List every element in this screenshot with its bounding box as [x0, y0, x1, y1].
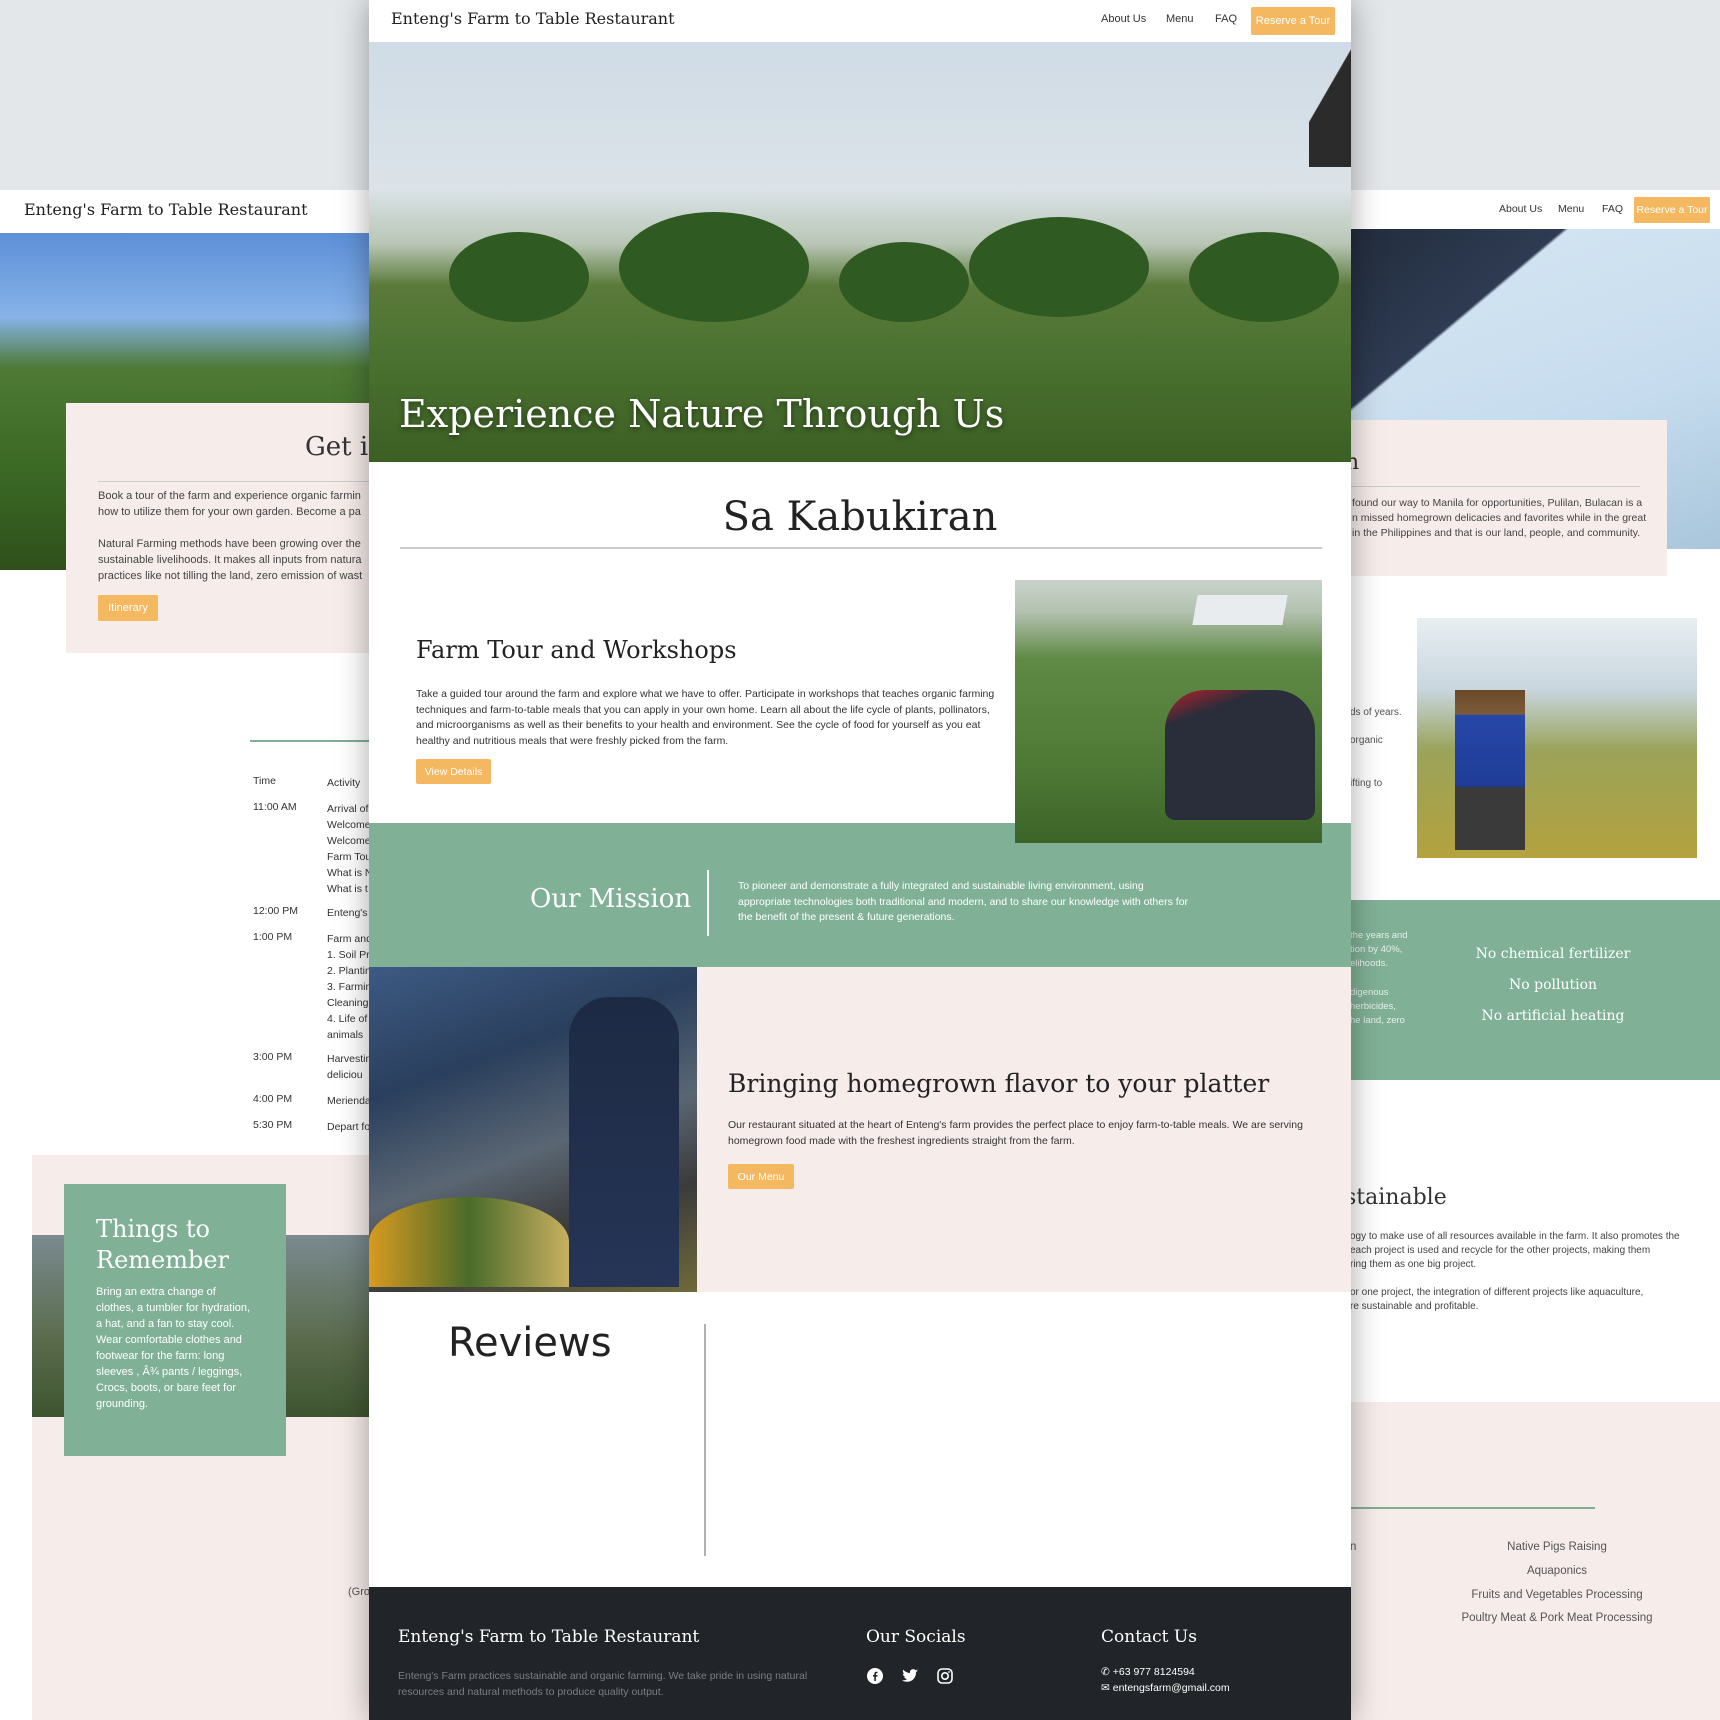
schedule-header-time: Time	[253, 775, 276, 787]
farmer-figure	[1455, 690, 1525, 850]
itinerary-button[interactable]: Itinerary	[98, 595, 158, 621]
footer-brand: Enteng's Farm to Table Restaurant	[398, 1627, 700, 1647]
sustainable-title: stainable	[1345, 1185, 1447, 1210]
divider	[707, 870, 709, 936]
instagram-icon[interactable]	[936, 1667, 954, 1685]
site-brand[interactable]: Enteng's Farm to Table Restaurant	[391, 9, 675, 28]
tree-shape	[839, 242, 969, 322]
restaurant-title: Bringing homegrown flavor to your platte…	[728, 1069, 1270, 1098]
sustainable-text: ring them as one big project.	[1350, 1259, 1477, 1270]
left-brand[interactable]: Enteng's Farm to Table Restaurant	[24, 200, 308, 219]
nav-menu[interactable]: Menu	[1558, 203, 1584, 215]
green-list-item: No artificial heating	[1481, 1008, 1625, 1024]
schedule-time: 3:00 PM	[253, 1051, 293, 1063]
nav-menu[interactable]: Menu	[1166, 13, 1194, 25]
nav-about[interactable]: About Us	[1499, 203, 1542, 215]
phone-icon: ✆	[1101, 1666, 1110, 1678]
schedule-time: 5:30 PM	[253, 1119, 293, 1131]
green-list-item: No chemical fertilizer	[1475, 946, 1631, 962]
our-menu-button[interactable]: Our Menu	[728, 1164, 794, 1189]
sustainable-text: ogy to make use of all resources availab…	[1350, 1231, 1680, 1242]
divider	[704, 1324, 706, 1556]
socials-title: Our Socials	[866, 1627, 966, 1647]
footer-email[interactable]: ✉ entengsfarm@gmail.com	[1101, 1682, 1230, 1694]
roof-edge	[1309, 42, 1351, 167]
green-small-text: the years and	[1350, 930, 1408, 941]
twitter-icon[interactable]	[901, 1667, 919, 1685]
tree-shape	[449, 232, 589, 322]
envelope-icon: ✉	[1101, 1682, 1110, 1694]
tree-shape	[1189, 232, 1339, 322]
sustainable-text: re sustainable and profitable.	[1350, 1301, 1479, 1312]
right-card-text: found our way to Manila for opportunitie…	[1352, 497, 1643, 509]
hero-title: Experience Nature Through Us	[399, 392, 1005, 436]
nav-about[interactable]: About Us	[1101, 13, 1146, 25]
roof-shape	[1345, 229, 1605, 419]
schedule-time: 12:00 PM	[253, 905, 298, 917]
reserve-tour-button[interactable]: Reserve a Tour	[1634, 197, 1710, 223]
green-small-text: he land, zero	[1350, 1015, 1405, 1026]
right-side-text: ifting to	[1350, 778, 1383, 789]
farm-tour-text: Take a guided tour around the farm and e…	[416, 688, 995, 747]
nav-faq[interactable]: FAQ	[1602, 203, 1623, 215]
farm-tour-title: Farm Tour and Workshops	[416, 636, 737, 664]
grey-backdrop	[0, 0, 420, 190]
schedule-time: 1:00 PM	[253, 931, 293, 943]
reviews-title: Reviews	[448, 1320, 612, 1366]
tree-shape	[619, 212, 809, 322]
farm-tour-photo	[1015, 580, 1322, 843]
project-item: Poultry Meat & Pork Meat Processing	[1461, 1612, 1653, 1624]
reserve-tour-button[interactable]: Reserve a Tour	[1251, 7, 1335, 35]
green-small-text: digenous	[1350, 987, 1389, 998]
view-details-button[interactable]: View Details	[416, 759, 491, 784]
things-to-remember-card: Things to Remember Bring an extra change…	[64, 1184, 286, 1456]
green-small-text: tion by 40%,	[1350, 944, 1403, 955]
divider	[1350, 1507, 1595, 1509]
right-side-text: organic	[1350, 735, 1383, 746]
project-item: Native Pigs Raising	[1507, 1541, 1607, 1553]
mission-text: To pioneer and demonstrate a fully integ…	[738, 880, 1189, 923]
right-card-text: in the Philippines and that is our land,…	[1352, 527, 1641, 539]
right-side-text: ds of years.	[1350, 707, 1402, 718]
schedule-time: 4:00 PM	[253, 1093, 293, 1105]
mission-title: Our Mission	[530, 884, 692, 914]
left-stub-text: (Gro	[348, 1586, 370, 1598]
green-small-text: herbicides,	[1350, 1001, 1396, 1012]
person-shape	[1165, 690, 1315, 820]
tree-shape	[969, 217, 1149, 317]
nav-faq[interactable]: FAQ	[1215, 13, 1237, 25]
sustainable-text: or one project, the integration of diffe…	[1350, 1287, 1644, 1298]
main-page: Enteng's Farm to Table Restaurant About …	[369, 0, 1351, 1720]
section-title: Sa Kabukiran	[722, 494, 998, 540]
contact-title: Contact Us	[1101, 1627, 1197, 1647]
green-list-item: No pollution	[1508, 977, 1598, 993]
right-card-text: n missed homegrown delicacies and favori…	[1352, 512, 1647, 524]
divider	[400, 547, 1322, 549]
remember-title: Things to Remember	[96, 1215, 230, 1274]
right-pink-section	[1345, 1402, 1720, 1720]
cook-shape	[569, 997, 679, 1287]
divider	[1345, 486, 1640, 487]
food-shape	[369, 1197, 569, 1287]
tent-shape	[1192, 595, 1288, 625]
schedule-time: 11:00 AM	[253, 801, 297, 813]
green-small-text: elihoods.	[1350, 958, 1389, 969]
email-address: entengsfarm@gmail.com	[1112, 1682, 1230, 1694]
sustainable-text: each project is used and recycle for the…	[1350, 1245, 1651, 1256]
cooking-photo	[369, 967, 697, 1292]
project-item: Fruits and Vegetables Processing	[1471, 1589, 1643, 1601]
project-item: Aquaponics	[1526, 1565, 1588, 1577]
background-page-left: Enteng's Farm to Table Restaurant Get in…	[0, 0, 420, 1720]
restaurant-text: Our restaurant situated at the heart of …	[728, 1119, 1303, 1147]
remember-text: Bring an extra change of clothes, a tumb…	[96, 1286, 251, 1410]
footer-description: Enteng's Farm practices sustainable and …	[398, 1670, 808, 1698]
phone-number: +63 977 8124594	[1112, 1666, 1195, 1678]
footer-phone[interactable]: ✆ +63 977 8124594	[1101, 1666, 1195, 1678]
facebook-icon[interactable]	[866, 1667, 884, 1685]
footer	[369, 1587, 1351, 1720]
background-page-right: About Us Menu FAQ Reserve a Tour n found…	[1345, 0, 1720, 1720]
grey-backdrop	[1345, 0, 1720, 190]
